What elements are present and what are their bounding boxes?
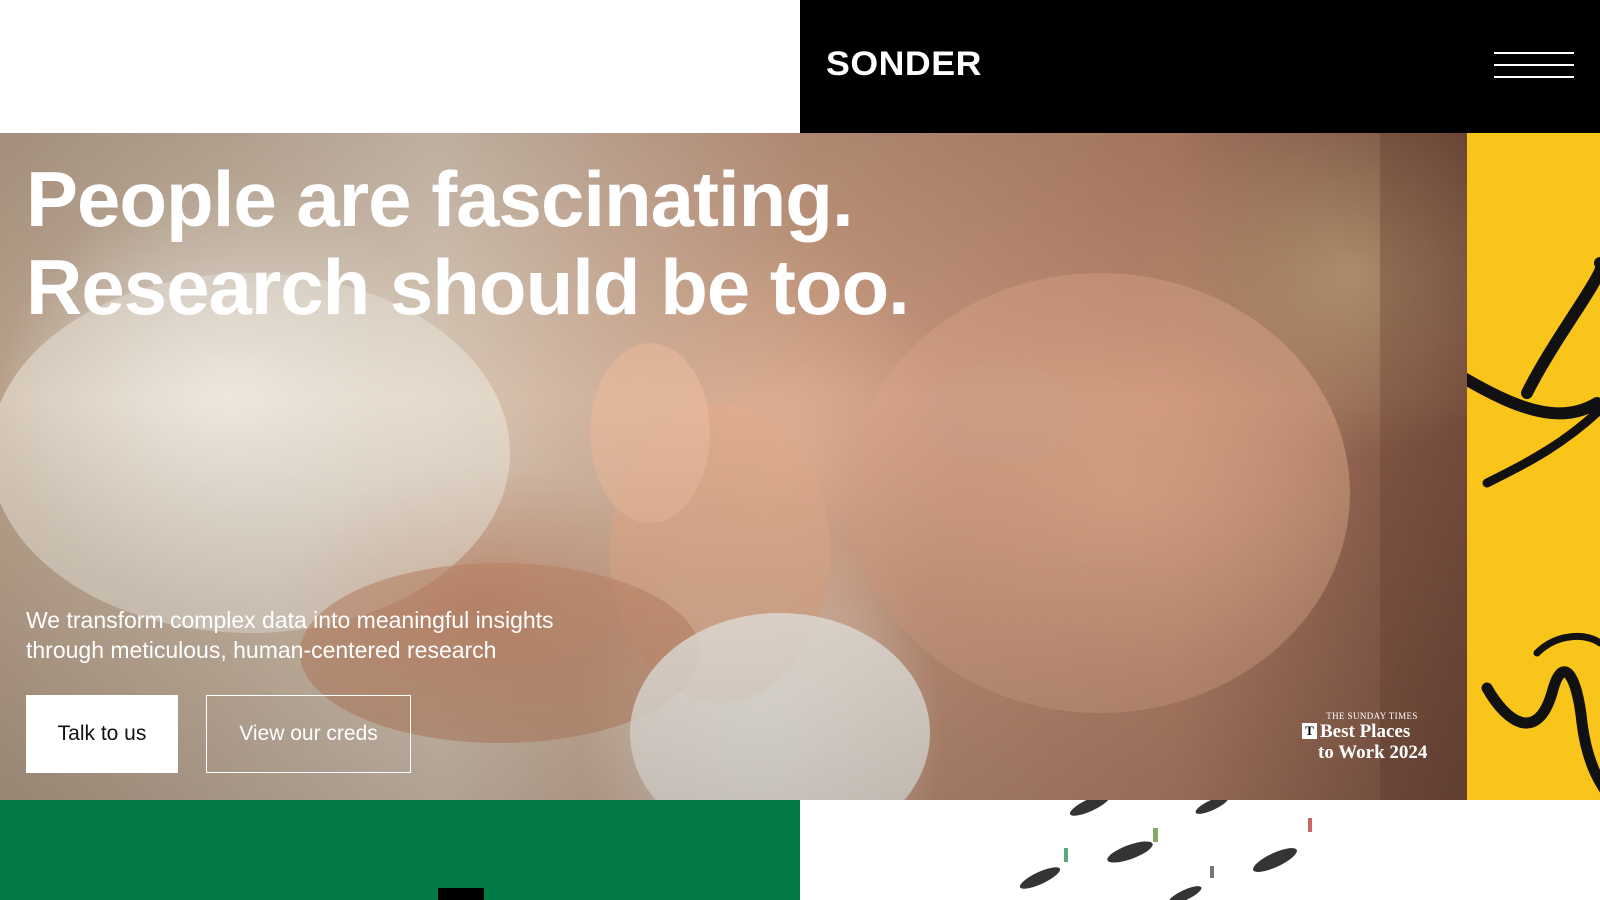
hero-subtitle-line-2: through meticulous, human-centered resea… <box>26 637 497 663</box>
hamburger-menu-icon-bar <box>1494 76 1574 78</box>
hero-section: People are fascinating. Research should … <box>0 133 1467 800</box>
green-panel-mark <box>438 888 484 900</box>
green-panel <box>0 800 800 900</box>
award-line-1: Best Places <box>1320 721 1411 742</box>
yellow-brush-panel <box>1467 133 1600 800</box>
view-our-creds-button[interactable]: View our creds <box>206 695 411 773</box>
sonder-logo[interactable]: SONDER <box>826 44 982 84</box>
hamburger-menu-icon <box>1494 52 1574 54</box>
talk-to-us-button[interactable]: Talk to us <box>26 695 178 773</box>
award-title: T Best Places <box>1298 721 1446 742</box>
hero-title-line-1: People are fascinating. <box>26 155 854 243</box>
people-illustration-panel <box>800 800 1600 900</box>
hamburger-menu-button[interactable] <box>1490 48 1574 82</box>
award-masthead: THE SUNDAY TIMES <box>1326 711 1418 721</box>
hamburger-menu-icon-bar <box>1494 64 1574 66</box>
award-line-2: to Work 2024 <box>1318 742 1428 763</box>
miniature-people-illustration <box>1019 800 1312 900</box>
brush-stroke-icon <box>1467 257 1600 793</box>
hero-subtitle: We transform complex data into meaningfu… <box>26 605 666 665</box>
hero-title: People are fascinating. Research should … <box>26 155 910 331</box>
hero-title-line-2: Research should be too. <box>26 243 910 331</box>
header-left-panel <box>0 0 800 133</box>
sunday-times-logo-icon: T <box>1302 723 1317 739</box>
best-places-to-work-badge: THE SUNDAY TIMES T Best Places to Work 20… <box>1298 711 1446 763</box>
hero-subtitle-line-1: We transform complex data into meaningfu… <box>26 607 554 633</box>
